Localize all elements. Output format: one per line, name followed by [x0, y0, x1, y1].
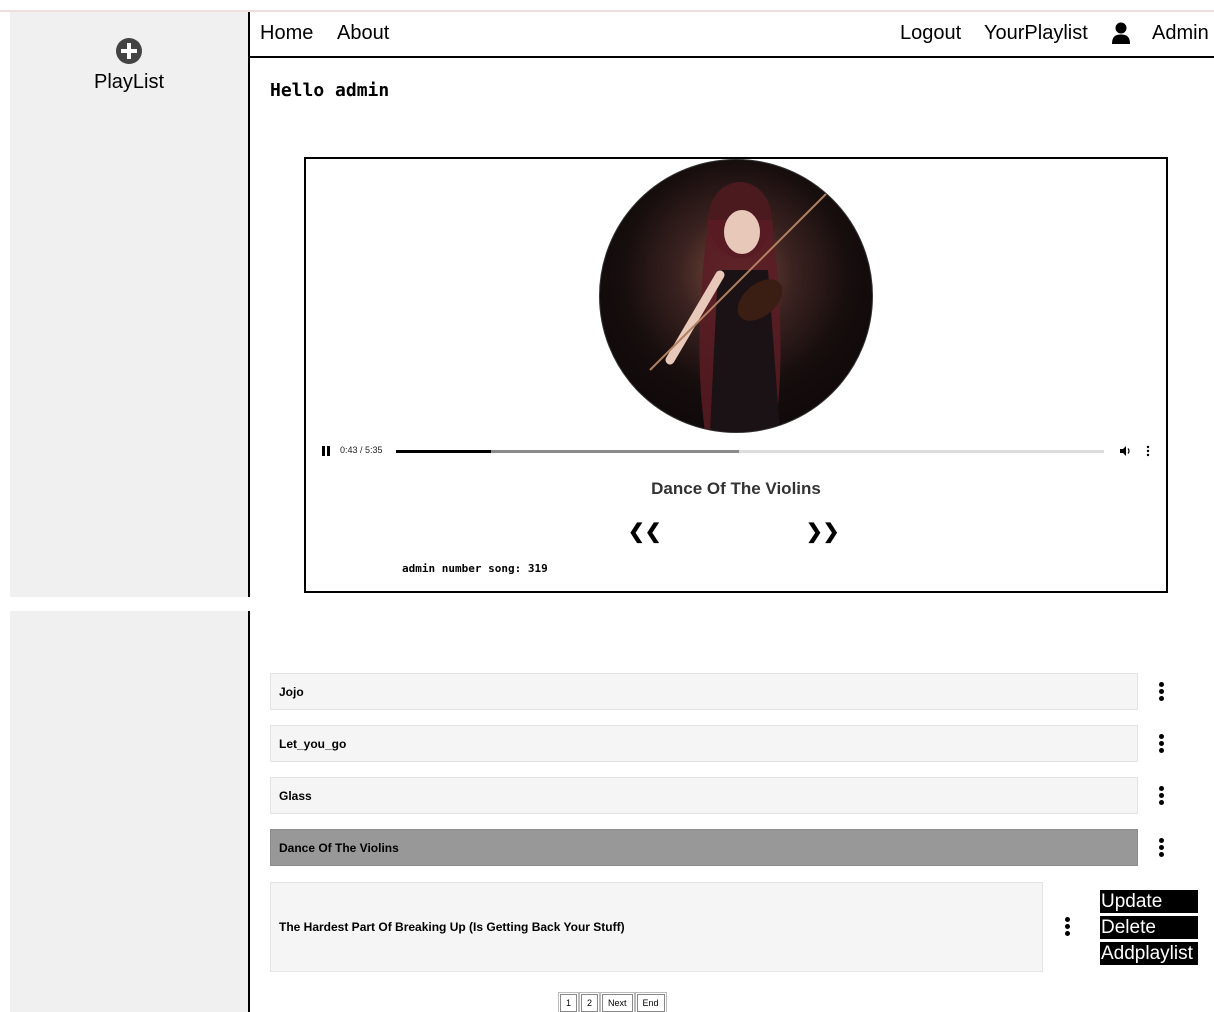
song-item-let-you-go[interactable]: Let_you_go	[270, 725, 1138, 762]
playback-time: 0:43 / 5:35	[340, 445, 383, 455]
song-title: Jojo	[279, 684, 304, 699]
song-count: admin number song: 319	[402, 562, 548, 575]
song-options-icon[interactable]	[1159, 786, 1165, 806]
next-song-button[interactable]: ❯❯	[806, 519, 840, 544]
song-context-menu: Update Delete Addplaylist	[1100, 890, 1198, 968]
user-icon	[1112, 22, 1130, 44]
song-title: Dance Of The Violins	[279, 840, 399, 855]
audio-controls: 0:43 / 5:35	[320, 439, 1150, 463]
song-title: Let_you_go	[279, 736, 347, 751]
last-page-button[interactable]: End	[634, 992, 667, 1012]
nav-logout-link[interactable]: Logout	[900, 22, 961, 45]
page-1-button[interactable]: 1	[557, 992, 580, 1012]
nav-home-link[interactable]: Home	[260, 22, 313, 45]
pause-icon[interactable]	[322, 446, 330, 456]
song-item-hardest-part[interactable]: The Hardest Part Of Breaking Up (Is Gett…	[270, 882, 1043, 972]
album-cover-image	[599, 159, 873, 433]
sidebar: PlayList	[10, 12, 250, 597]
progress-bar[interactable]	[396, 450, 1104, 453]
page-2-button[interactable]: 2	[579, 992, 601, 1012]
nav-your-playlist-link[interactable]: YourPlaylist	[984, 22, 1088, 45]
previous-song-button[interactable]: ❮❮	[628, 519, 662, 544]
song-item-dance-of-the-violins[interactable]: Dance Of The Violins	[270, 829, 1138, 866]
song-title: The Hardest Part Of Breaking Up (Is Gett…	[279, 920, 625, 934]
nav-about-link[interactable]: About	[337, 22, 389, 45]
album-cover-art	[649, 182, 831, 432]
song-options-icon[interactable]	[1159, 838, 1165, 858]
delete-button[interactable]: Delete	[1100, 916, 1198, 939]
song-options-icon[interactable]	[1159, 682, 1165, 702]
sidebar-lower	[10, 611, 250, 1012]
progress-fill	[396, 450, 491, 453]
song-options-icon[interactable]	[1065, 917, 1071, 937]
music-player: 0:43 / 5:35 Dance Of The Violins ❮❮ ❯❯ a…	[304, 157, 1168, 593]
update-button[interactable]: Update	[1100, 890, 1198, 913]
more-options-icon[interactable]	[1146, 445, 1150, 457]
next-page-button[interactable]: Next	[600, 992, 635, 1012]
song-options-icon[interactable]	[1159, 734, 1165, 754]
current-song-title: Dance Of The Violins	[651, 479, 821, 498]
add-playlist-icon[interactable]	[115, 37, 143, 65]
add-to-playlist-button[interactable]: Addplaylist	[1100, 942, 1198, 965]
nav-admin-link[interactable]: Admin	[1152, 22, 1209, 45]
sidebar-playlist-label[interactable]: PlayList	[10, 71, 248, 94]
volume-icon[interactable]	[1120, 445, 1132, 457]
greeting-heading: Hello admin	[270, 80, 390, 101]
song-title: Glass	[279, 788, 312, 803]
song-item-jojo[interactable]: Jojo	[270, 673, 1138, 710]
song-item-glass[interactable]: Glass	[270, 777, 1138, 814]
navbar: Home About Logout YourPlaylist Admin	[250, 12, 1214, 58]
pagination: 1 2 Next End	[557, 992, 667, 1012]
